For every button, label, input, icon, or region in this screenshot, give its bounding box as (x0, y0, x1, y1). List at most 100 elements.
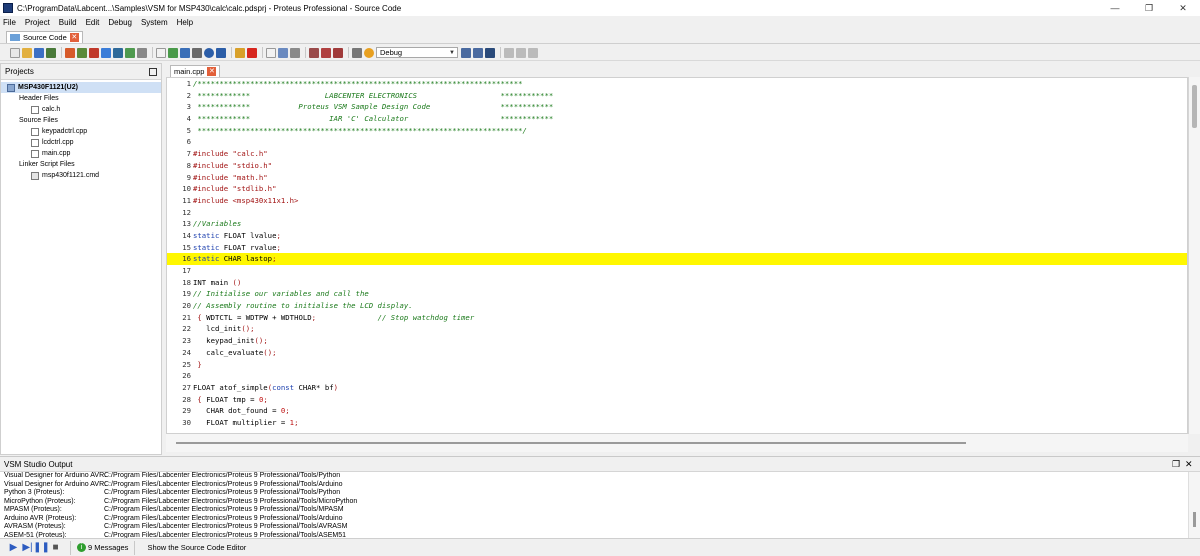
code-line[interactable]: 2 ************ LABCENTER ELECTRONICS ***… (167, 90, 1187, 102)
add-file-icon[interactable] (235, 47, 245, 58)
tree-item-lcdctrl-cpp[interactable]: lcdctrl.cpp (1, 137, 161, 148)
help-icon[interactable] (204, 47, 214, 58)
code-line[interactable]: 6 (167, 136, 1187, 148)
build-settings-icon[interactable] (290, 47, 300, 58)
menu-build[interactable]: Build (59, 18, 77, 27)
code-line[interactable]: 21 { WDTCTL = WDTPW + WDTHOLD; // Stop w… (167, 312, 1187, 324)
compiler-icon[interactable] (352, 47, 362, 58)
code-line[interactable]: 17 (167, 265, 1187, 277)
code-line[interactable]: 5 **************************************… (167, 125, 1187, 137)
redo-icon[interactable] (473, 47, 483, 58)
editor-horizontal-scrollbar[interactable] (166, 434, 1188, 452)
code-line[interactable]: 30 FLOAT multiplier = 1; (167, 417, 1187, 429)
remove-file-icon[interactable] (247, 47, 257, 58)
code-line[interactable]: 15 static FLOAT rvalue; (167, 242, 1187, 254)
maximize-pane-icon[interactable] (149, 68, 157, 76)
menu-system[interactable]: System (141, 18, 168, 27)
code-line[interactable]: 14 static FLOAT lvalue; (167, 230, 1187, 242)
code-line[interactable]: 19// Initialise our variables and call t… (167, 288, 1187, 300)
close-window-button[interactable]: ✕ (1166, 0, 1200, 16)
menu-project[interactable]: Project (25, 18, 50, 27)
target-icon[interactable] (364, 47, 374, 58)
undo-icon[interactable] (461, 47, 471, 58)
tree-item-main-cpp[interactable]: main.cpp (1, 148, 161, 159)
menu-file[interactable]: File (3, 18, 16, 27)
code-line[interactable]: 29 CHAR dot_found = 0; (167, 405, 1187, 417)
zoom-icon[interactable] (180, 47, 190, 58)
code-line[interactable]: 9 #include "math.h" (167, 172, 1187, 184)
design-explorer-icon[interactable] (113, 47, 123, 58)
clean-project-icon[interactable] (333, 47, 343, 58)
menu-edit[interactable]: Edit (86, 18, 100, 27)
close-tab-icon[interactable]: ✕ (69, 33, 79, 42)
bom-icon[interactable] (101, 47, 111, 58)
code-editor[interactable]: 1/**************************************… (166, 77, 1188, 434)
page-icon[interactable] (156, 47, 166, 58)
code-line[interactable]: 22 lcd_init(); (167, 323, 1187, 335)
schematic-icon[interactable] (65, 47, 75, 58)
find-icon[interactable] (485, 47, 495, 58)
restore-pane-icon[interactable]: ❐ (1172, 460, 1181, 469)
import-icon[interactable] (46, 47, 56, 58)
scrollbar-thumb[interactable] (1193, 512, 1196, 527)
code-line[interactable]: 7 #include "calc.h" (167, 148, 1187, 160)
build-project-icon[interactable] (309, 47, 319, 58)
library-icon[interactable] (168, 47, 178, 58)
code-line[interactable]: 11 #include <msp430x11x1.h> (167, 195, 1187, 207)
menu-help[interactable]: Help (177, 18, 193, 27)
pause-icon[interactable]: ❚❚ (33, 542, 50, 553)
play-icon[interactable]: ▶ (8, 542, 19, 553)
close-pane-icon[interactable]: ✕ (1185, 460, 1194, 469)
code-line[interactable]: 27 FLOAT atof_simple(const CHAR* bf) (167, 382, 1187, 394)
tree-item-header-files[interactable]: Header Files (1, 93, 161, 104)
pcb-icon[interactable] (77, 47, 87, 58)
3d-viewer-icon[interactable] (125, 47, 135, 58)
stop-icon[interactable]: ■ (50, 542, 61, 553)
info-icon[interactable] (192, 47, 202, 58)
restore-button[interactable]: ❐ (1132, 0, 1166, 16)
code-line[interactable]: 16 static CHAR lastop; (167, 253, 1187, 265)
code-line[interactable]: 28 { FLOAT tmp = 0; (167, 394, 1187, 406)
tree-item-source-files[interactable]: Source Files (1, 115, 161, 126)
rebuild-project-icon[interactable] (321, 47, 331, 58)
project-settings-icon[interactable] (278, 47, 288, 58)
code-line[interactable]: 4 ************ IAR 'C' Calculator ******… (167, 113, 1187, 125)
cut-icon[interactable] (504, 47, 514, 58)
paste-icon[interactable] (528, 47, 538, 58)
code-line[interactable]: 13//Variables (167, 218, 1187, 230)
tree-item-calc-h[interactable]: calc.h (1, 104, 161, 115)
scrollbar-thumb[interactable] (176, 442, 966, 444)
code-line[interactable]: 26 (167, 370, 1187, 382)
minimize-button[interactable]: — (1098, 0, 1132, 16)
code-line[interactable]: 8 #include "stdio.h" (167, 160, 1187, 172)
tab-source-code[interactable]: Source Code ✕ (6, 31, 83, 43)
scrollbar-thumb[interactable] (1192, 85, 1197, 128)
tree-item-msp430f1121[interactable]: MSP430F1121(U2) (1, 82, 161, 93)
gerber-icon[interactable] (89, 47, 99, 58)
code-line[interactable]: 18 INT main () (167, 277, 1187, 289)
tree-item-keypadctrl-cpp[interactable]: keypadctrl.cpp (1, 126, 161, 137)
new-file-icon[interactable] (10, 47, 20, 58)
tree-item-linker-script-files[interactable]: Linker Script Files (1, 159, 161, 170)
code-line[interactable]: 12 (167, 207, 1187, 219)
code-line[interactable]: 3 ************ Proteus VSM Sample Design… (167, 101, 1187, 113)
messages-indicator[interactable]: i 9 Messages (70, 540, 136, 555)
code-line[interactable]: 23 keypad_init(); (167, 335, 1187, 347)
code-line[interactable]: 1/**************************************… (167, 78, 1187, 90)
code-line[interactable]: 20// Assembly routine to initialise the … (167, 300, 1187, 312)
tab-main-cpp[interactable]: main.cpp ✕ (170, 65, 221, 77)
tools-dropdown-icon[interactable] (137, 47, 147, 58)
menu-debug[interactable]: Debug (108, 18, 132, 27)
code-line[interactable]: 24 calc_evaluate(); (167, 347, 1187, 359)
new-source-icon[interactable] (266, 47, 276, 58)
code-line[interactable]: 10 #include "stdlib.h" (167, 183, 1187, 195)
copy-icon[interactable] (516, 47, 526, 58)
build-config-select[interactable]: Debug ▼ (376, 47, 458, 58)
save-icon[interactable] (34, 47, 44, 58)
open-folder-icon[interactable] (22, 47, 32, 58)
step-icon[interactable]: ▶| (22, 542, 33, 553)
tree-item-msp430f1121-cmd[interactable]: msp430f1121.cmd (1, 170, 161, 181)
code-line[interactable]: 25 } (167, 359, 1187, 371)
output-vertical-scrollbar[interactable] (1188, 472, 1200, 538)
editor-vertical-scrollbar[interactable] (1188, 77, 1200, 434)
